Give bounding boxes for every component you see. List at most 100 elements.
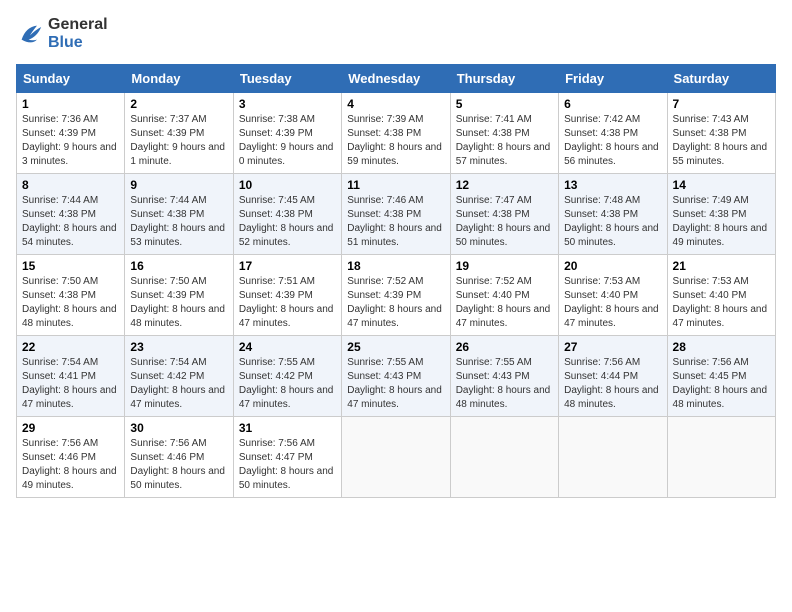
day-detail: Sunrise: 7:56 AM Sunset: 4:45 PM Dayligh… <box>673 356 770 412</box>
logo: General Blue <box>16 16 108 52</box>
day-number: 9 <box>130 178 227 192</box>
day-detail: Sunrise: 7:54 AM Sunset: 4:41 PM Dayligh… <box>22 356 119 412</box>
day-detail: Sunrise: 7:45 AM Sunset: 4:38 PM Dayligh… <box>239 194 336 250</box>
day-number: 27 <box>564 340 661 354</box>
calendar-cell: 3 Sunrise: 7:38 AM Sunset: 4:39 PM Dayli… <box>233 93 341 174</box>
calendar-cell: 8 Sunrise: 7:44 AM Sunset: 4:38 PM Dayli… <box>17 174 125 255</box>
calendar-cell: 13 Sunrise: 7:48 AM Sunset: 4:38 PM Dayl… <box>559 174 667 255</box>
calendar-week-row: 8 Sunrise: 7:44 AM Sunset: 4:38 PM Dayli… <box>17 174 776 255</box>
calendar-cell: 5 Sunrise: 7:41 AM Sunset: 4:38 PM Dayli… <box>450 93 558 174</box>
day-detail: Sunrise: 7:48 AM Sunset: 4:38 PM Dayligh… <box>564 194 661 250</box>
day-detail: Sunrise: 7:52 AM Sunset: 4:40 PM Dayligh… <box>456 275 553 331</box>
day-number: 2 <box>130 97 227 111</box>
day-number: 15 <box>22 259 119 273</box>
calendar-cell: 28 Sunrise: 7:56 AM Sunset: 4:45 PM Dayl… <box>667 336 775 417</box>
calendar-cell: 31 Sunrise: 7:56 AM Sunset: 4:47 PM Dayl… <box>233 417 341 498</box>
day-number: 31 <box>239 421 336 435</box>
calendar-cell: 1 Sunrise: 7:36 AM Sunset: 4:39 PM Dayli… <box>17 93 125 174</box>
day-number: 17 <box>239 259 336 273</box>
calendar-cell: 14 Sunrise: 7:49 AM Sunset: 4:38 PM Dayl… <box>667 174 775 255</box>
day-detail: Sunrise: 7:53 AM Sunset: 4:40 PM Dayligh… <box>564 275 661 331</box>
calendar-cell: 24 Sunrise: 7:55 AM Sunset: 4:42 PM Dayl… <box>233 336 341 417</box>
calendar-cell: 19 Sunrise: 7:52 AM Sunset: 4:40 PM Dayl… <box>450 255 558 336</box>
calendar-cell <box>667 417 775 498</box>
day-number: 21 <box>673 259 770 273</box>
calendar-cell <box>450 417 558 498</box>
calendar-cell: 21 Sunrise: 7:53 AM Sunset: 4:40 PM Dayl… <box>667 255 775 336</box>
calendar-cell: 17 Sunrise: 7:51 AM Sunset: 4:39 PM Dayl… <box>233 255 341 336</box>
calendar-cell <box>559 417 667 498</box>
calendar-cell: 23 Sunrise: 7:54 AM Sunset: 4:42 PM Dayl… <box>125 336 233 417</box>
calendar-cell: 9 Sunrise: 7:44 AM Sunset: 4:38 PM Dayli… <box>125 174 233 255</box>
calendar-cell: 22 Sunrise: 7:54 AM Sunset: 4:41 PM Dayl… <box>17 336 125 417</box>
day-number: 29 <box>22 421 119 435</box>
calendar-cell: 7 Sunrise: 7:43 AM Sunset: 4:38 PM Dayli… <box>667 93 775 174</box>
day-detail: Sunrise: 7:56 AM Sunset: 4:46 PM Dayligh… <box>22 437 119 493</box>
day-number: 4 <box>347 97 444 111</box>
day-number: 1 <box>22 97 119 111</box>
calendar-cell: 10 Sunrise: 7:45 AM Sunset: 4:38 PM Dayl… <box>233 174 341 255</box>
calendar-cell: 29 Sunrise: 7:56 AM Sunset: 4:46 PM Dayl… <box>17 417 125 498</box>
day-detail: Sunrise: 7:54 AM Sunset: 4:42 PM Dayligh… <box>130 356 227 412</box>
calendar-cell: 26 Sunrise: 7:55 AM Sunset: 4:43 PM Dayl… <box>450 336 558 417</box>
day-number: 7 <box>673 97 770 111</box>
day-number: 20 <box>564 259 661 273</box>
day-detail: Sunrise: 7:38 AM Sunset: 4:39 PM Dayligh… <box>239 113 336 169</box>
day-number: 12 <box>456 178 553 192</box>
day-number: 25 <box>347 340 444 354</box>
calendar-cell: 15 Sunrise: 7:50 AM Sunset: 4:38 PM Dayl… <box>17 255 125 336</box>
day-detail: Sunrise: 7:50 AM Sunset: 4:39 PM Dayligh… <box>130 275 227 331</box>
day-number: 22 <box>22 340 119 354</box>
calendar-week-row: 29 Sunrise: 7:56 AM Sunset: 4:46 PM Dayl… <box>17 417 776 498</box>
column-header-friday: Friday <box>559 65 667 93</box>
day-detail: Sunrise: 7:36 AM Sunset: 4:39 PM Dayligh… <box>22 113 119 169</box>
calendar-cell: 11 Sunrise: 7:46 AM Sunset: 4:38 PM Dayl… <box>342 174 450 255</box>
day-detail: Sunrise: 7:42 AM Sunset: 4:38 PM Dayligh… <box>564 113 661 169</box>
calendar-cell: 16 Sunrise: 7:50 AM Sunset: 4:39 PM Dayl… <box>125 255 233 336</box>
day-detail: Sunrise: 7:55 AM Sunset: 4:43 PM Dayligh… <box>347 356 444 412</box>
day-detail: Sunrise: 7:41 AM Sunset: 4:38 PM Dayligh… <box>456 113 553 169</box>
day-detail: Sunrise: 7:47 AM Sunset: 4:38 PM Dayligh… <box>456 194 553 250</box>
day-detail: Sunrise: 7:50 AM Sunset: 4:38 PM Dayligh… <box>22 275 119 331</box>
column-header-wednesday: Wednesday <box>342 65 450 93</box>
day-number: 3 <box>239 97 336 111</box>
day-detail: Sunrise: 7:55 AM Sunset: 4:42 PM Dayligh… <box>239 356 336 412</box>
day-detail: Sunrise: 7:52 AM Sunset: 4:39 PM Dayligh… <box>347 275 444 331</box>
day-detail: Sunrise: 7:56 AM Sunset: 4:44 PM Dayligh… <box>564 356 661 412</box>
day-number: 16 <box>130 259 227 273</box>
day-number: 18 <box>347 259 444 273</box>
calendar-cell <box>342 417 450 498</box>
column-header-sunday: Sunday <box>17 65 125 93</box>
page-header: General Blue <box>16 16 776 52</box>
calendar-week-row: 15 Sunrise: 7:50 AM Sunset: 4:38 PM Dayl… <box>17 255 776 336</box>
day-detail: Sunrise: 7:43 AM Sunset: 4:38 PM Dayligh… <box>673 113 770 169</box>
day-number: 11 <box>347 178 444 192</box>
day-detail: Sunrise: 7:44 AM Sunset: 4:38 PM Dayligh… <box>130 194 227 250</box>
day-detail: Sunrise: 7:44 AM Sunset: 4:38 PM Dayligh… <box>22 194 119 250</box>
day-detail: Sunrise: 7:55 AM Sunset: 4:43 PM Dayligh… <box>456 356 553 412</box>
column-header-saturday: Saturday <box>667 65 775 93</box>
calendar-cell: 4 Sunrise: 7:39 AM Sunset: 4:38 PM Dayli… <box>342 93 450 174</box>
calendar-cell: 27 Sunrise: 7:56 AM Sunset: 4:44 PM Dayl… <box>559 336 667 417</box>
day-detail: Sunrise: 7:51 AM Sunset: 4:39 PM Dayligh… <box>239 275 336 331</box>
day-detail: Sunrise: 7:49 AM Sunset: 4:38 PM Dayligh… <box>673 194 770 250</box>
column-header-tuesday: Tuesday <box>233 65 341 93</box>
logo-icon <box>16 20 44 48</box>
day-detail: Sunrise: 7:37 AM Sunset: 4:39 PM Dayligh… <box>130 113 227 169</box>
day-number: 30 <box>130 421 227 435</box>
column-header-thursday: Thursday <box>450 65 558 93</box>
calendar-cell: 25 Sunrise: 7:55 AM Sunset: 4:43 PM Dayl… <box>342 336 450 417</box>
day-number: 6 <box>564 97 661 111</box>
calendar-cell: 2 Sunrise: 7:37 AM Sunset: 4:39 PM Dayli… <box>125 93 233 174</box>
calendar-cell: 30 Sunrise: 7:56 AM Sunset: 4:46 PM Dayl… <box>125 417 233 498</box>
logo-text: General Blue <box>48 16 108 52</box>
calendar-cell: 20 Sunrise: 7:53 AM Sunset: 4:40 PM Dayl… <box>559 255 667 336</box>
calendar-week-row: 1 Sunrise: 7:36 AM Sunset: 4:39 PM Dayli… <box>17 93 776 174</box>
day-detail: Sunrise: 7:39 AM Sunset: 4:38 PM Dayligh… <box>347 113 444 169</box>
day-number: 13 <box>564 178 661 192</box>
column-header-monday: Monday <box>125 65 233 93</box>
day-number: 28 <box>673 340 770 354</box>
calendar-cell: 6 Sunrise: 7:42 AM Sunset: 4:38 PM Dayli… <box>559 93 667 174</box>
day-detail: Sunrise: 7:56 AM Sunset: 4:47 PM Dayligh… <box>239 437 336 493</box>
day-detail: Sunrise: 7:46 AM Sunset: 4:38 PM Dayligh… <box>347 194 444 250</box>
